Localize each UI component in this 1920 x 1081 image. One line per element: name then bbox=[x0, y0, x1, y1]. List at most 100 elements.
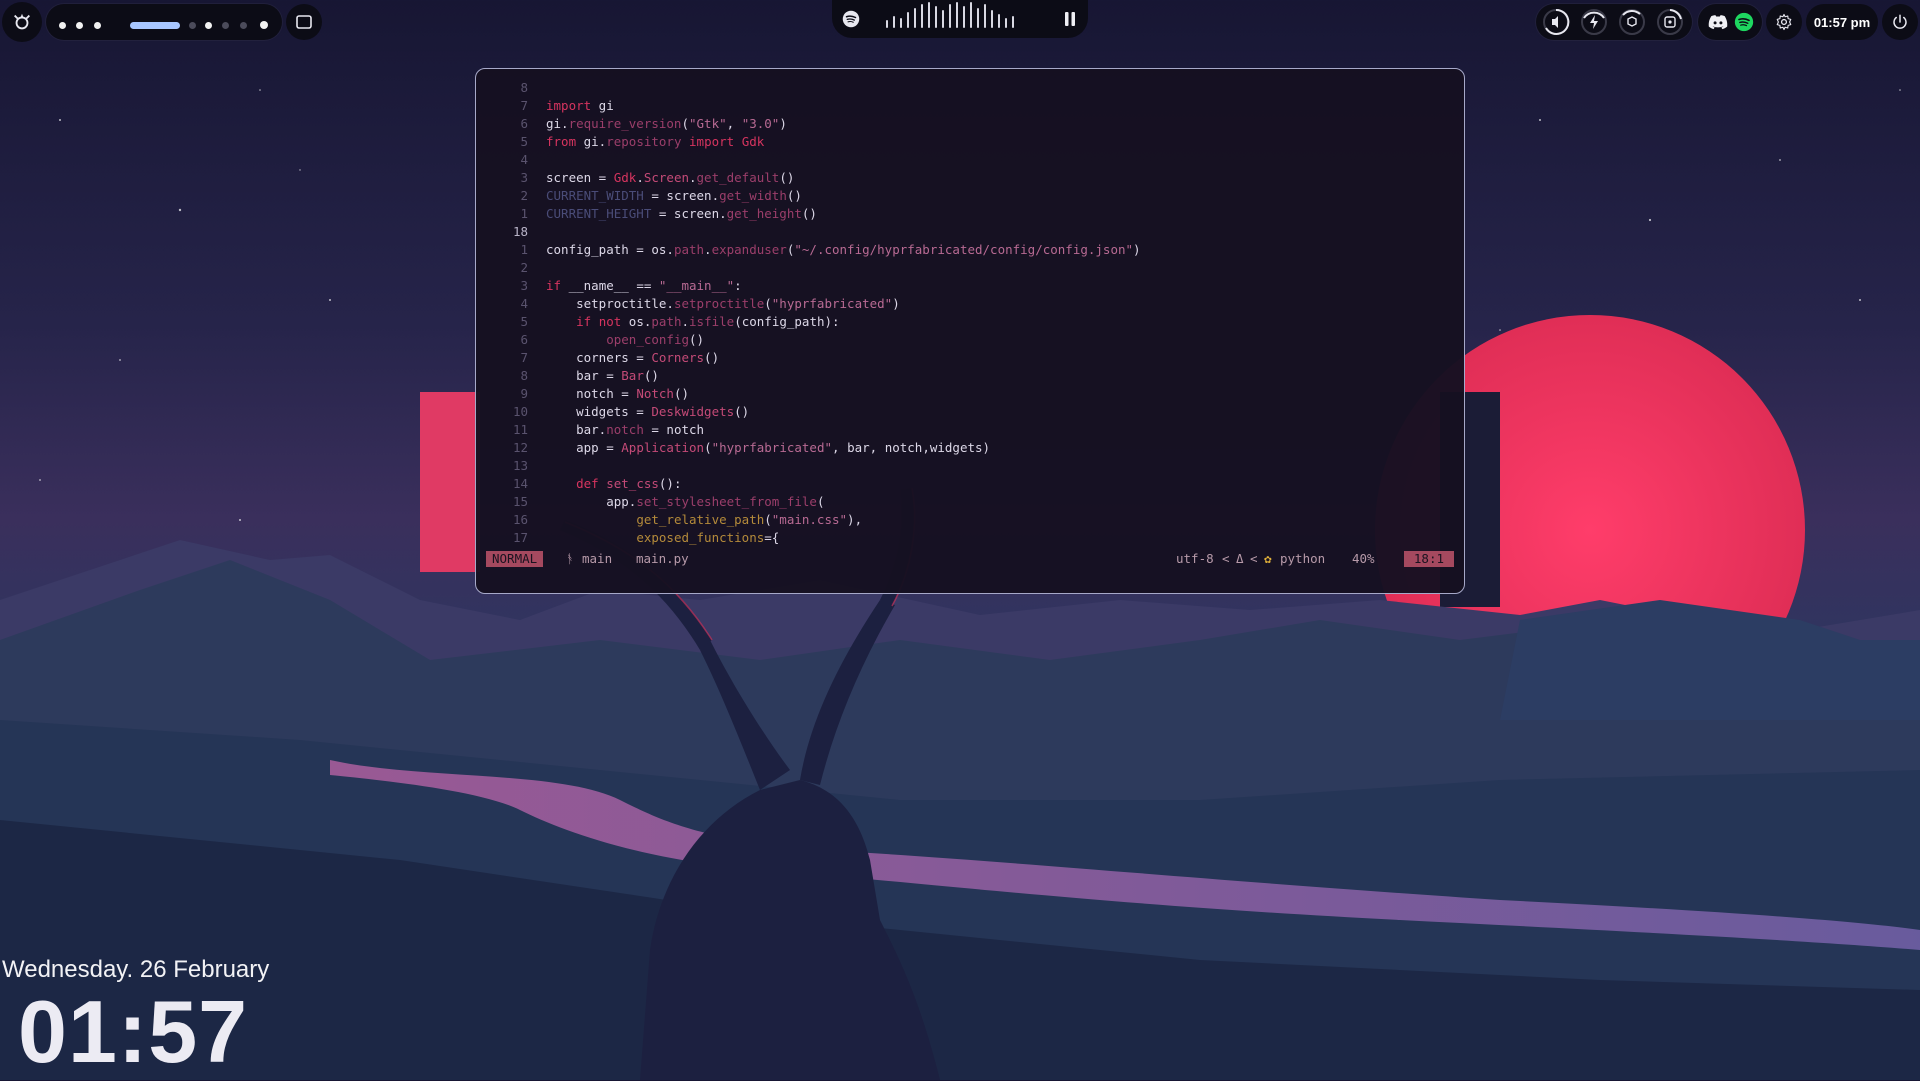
workspace-8[interactable] bbox=[240, 22, 247, 29]
line-number: 16 bbox=[512, 512, 528, 527]
code-line[interactable]: 4 bbox=[488, 151, 1452, 169]
line-number: 1 bbox=[520, 206, 528, 221]
line-number: 11 bbox=[512, 422, 528, 437]
line-number: 9 bbox=[520, 386, 528, 401]
volume-icon[interactable] bbox=[1542, 8, 1570, 36]
line-source: if not os.path.isfile(config_path): bbox=[576, 314, 840, 329]
code-line[interactable]: 18 bbox=[488, 223, 1452, 241]
code-line[interactable]: 11 bar.notch = notch bbox=[488, 421, 1452, 439]
workspace-4-active[interactable] bbox=[130, 22, 180, 29]
line-source: import gi bbox=[546, 98, 614, 113]
launcher-button[interactable] bbox=[2, 2, 42, 42]
workspace-7[interactable] bbox=[222, 22, 229, 29]
power-icon bbox=[1893, 14, 1907, 29]
vim-mode: NORMAL bbox=[486, 551, 544, 567]
power-profile-icon[interactable] bbox=[1580, 8, 1608, 36]
power-button[interactable] bbox=[1882, 4, 1918, 40]
line-number: 18 bbox=[512, 224, 528, 239]
system-indicators bbox=[1536, 4, 1692, 40]
code-line[interactable]: 12 app = Application("hyprfabricated", b… bbox=[488, 439, 1452, 457]
line-number: 4 bbox=[520, 152, 528, 167]
workspace-1[interactable] bbox=[59, 22, 66, 29]
code-line[interactable]: 3 screen = Gdk.Screen.get_default() bbox=[488, 169, 1452, 187]
line-number: 13 bbox=[512, 458, 528, 473]
line-source: get_relative_path("main.css"), bbox=[636, 512, 863, 527]
code-line[interactable]: 5 if not os.path.isfile(config_path): bbox=[488, 313, 1452, 331]
line-source: bar = Bar() bbox=[546, 368, 659, 383]
code-line[interactable]: 6 gi.require_version("Gtk", "3.0") bbox=[488, 115, 1452, 133]
code-line[interactable]: 3 if __name__ == "__main__": bbox=[488, 277, 1452, 295]
pause-icon[interactable] bbox=[1064, 12, 1076, 26]
system-tray bbox=[1698, 4, 1762, 40]
code-line[interactable]: 4 setproctitle.setproctitle("hyprfabrica… bbox=[488, 295, 1452, 313]
line-number: 8 bbox=[520, 368, 528, 383]
spotify-tray-icon[interactable] bbox=[1734, 12, 1754, 32]
discord-icon[interactable] bbox=[1708, 14, 1728, 30]
gear-icon bbox=[1776, 13, 1792, 31]
file-type: python bbox=[1280, 551, 1326, 566]
line-number: 7 bbox=[520, 350, 528, 365]
line-source: if __name__ == "__main__": bbox=[546, 278, 742, 293]
overview-button[interactable] bbox=[286, 4, 322, 40]
code-buffer[interactable]: 8 7 import gi 6 gi.require_version("Gtk", "3… bbox=[488, 79, 1452, 547]
code-line[interactable]: 2 bbox=[488, 259, 1452, 277]
file-encoding: utf-8 bbox=[1176, 551, 1214, 566]
workspaces bbox=[46, 4, 282, 40]
workspace-9[interactable] bbox=[260, 21, 268, 29]
code-line[interactable]: 13 bbox=[488, 457, 1452, 475]
code-line[interactable]: 7 import gi bbox=[488, 97, 1452, 115]
desktop-time: 01:57 bbox=[18, 982, 249, 1081]
code-line[interactable]: 15 app.set_stylesheet_from_file( bbox=[488, 493, 1452, 511]
line-number: 14 bbox=[512, 476, 528, 491]
code-line[interactable]: 16 get_relative_path("main.css"), bbox=[488, 511, 1452, 529]
chevron-left-icon: < bbox=[1222, 551, 1230, 566]
git-branch: main bbox=[582, 551, 613, 566]
line-source: config_path = os.path.expanduser("~/.con… bbox=[546, 242, 1141, 257]
line-source: app = Application("hyprfabricated", bar,… bbox=[546, 440, 991, 455]
git-branch-icon: ᚬ bbox=[566, 551, 574, 566]
code-line[interactable]: 1 CURRENT_HEIGHT = screen.get_height() bbox=[488, 205, 1452, 223]
media-player[interactable] bbox=[832, 0, 1088, 38]
code-line[interactable]: 8 bbox=[488, 79, 1452, 97]
line-source: exposed_functions={ bbox=[636, 530, 780, 545]
topbar-clock[interactable]: 01:57 pm bbox=[1806, 4, 1878, 40]
line-number: 5 bbox=[520, 134, 528, 149]
line-number: 2 bbox=[520, 188, 528, 203]
delta-icon: Δ bbox=[1236, 551, 1244, 566]
desktop-date: Wednesday. 26 February bbox=[2, 956, 270, 983]
code-line[interactable]: 7 corners = Corners() bbox=[488, 349, 1452, 367]
workspace-5[interactable] bbox=[205, 22, 212, 29]
workspace-2[interactable] bbox=[76, 22, 83, 29]
editor-window[interactable]: 8 7 import gi 6 gi.require_version("Gtk", "3… bbox=[475, 68, 1465, 594]
line-number: 15 bbox=[512, 494, 528, 509]
code-line[interactable]: 2 CURRENT_WIDTH = screen.get_width() bbox=[488, 187, 1452, 205]
line-number: 6 bbox=[520, 332, 528, 347]
line-number: 8 bbox=[520, 80, 528, 95]
python-icon: ✿ bbox=[1264, 551, 1272, 566]
line-source: widgets = Deskwidgets() bbox=[546, 404, 750, 419]
workspace-6[interactable] bbox=[189, 22, 196, 29]
code-line[interactable]: 6 open_config() bbox=[488, 331, 1452, 349]
line-number: 2 bbox=[520, 260, 528, 275]
line-source: gi.require_version("Gtk", "3.0") bbox=[546, 116, 787, 131]
line-number: 4 bbox=[520, 296, 528, 311]
workspace-3[interactable] bbox=[94, 22, 101, 29]
code-line[interactable]: 9 notch = Notch() bbox=[488, 385, 1452, 403]
line-number: 12 bbox=[512, 440, 528, 455]
code-line[interactable]: 1 config_path = os.path.expanduser("~/.co… bbox=[488, 241, 1452, 259]
code-line[interactable]: 10 widgets = Deskwidgets() bbox=[488, 403, 1452, 421]
line-number: 3 bbox=[520, 170, 528, 185]
statusline: NORMAL ᚬ main main.py utf-8 < Δ < ✿ pyth… bbox=[486, 551, 1454, 567]
code-line[interactable]: 14 def set_css(): bbox=[488, 475, 1452, 493]
code-line[interactable]: 5 from gi.repository import Gdk bbox=[488, 133, 1452, 151]
chevron-left-icon: < bbox=[1250, 551, 1258, 566]
cpu-gauge-icon[interactable] bbox=[1618, 8, 1646, 36]
disk-gauge-icon[interactable] bbox=[1656, 8, 1684, 36]
code-line[interactable]: 8 bar = Bar() bbox=[488, 367, 1452, 385]
file-name: main.py bbox=[636, 551, 689, 566]
line-source: def set_css(): bbox=[576, 476, 682, 491]
code-line[interactable]: 17 exposed_functions={ bbox=[488, 529, 1452, 547]
line-source: corners = Corners() bbox=[546, 350, 720, 365]
settings-button[interactable] bbox=[1766, 4, 1802, 40]
line-number: 17 bbox=[512, 530, 528, 545]
